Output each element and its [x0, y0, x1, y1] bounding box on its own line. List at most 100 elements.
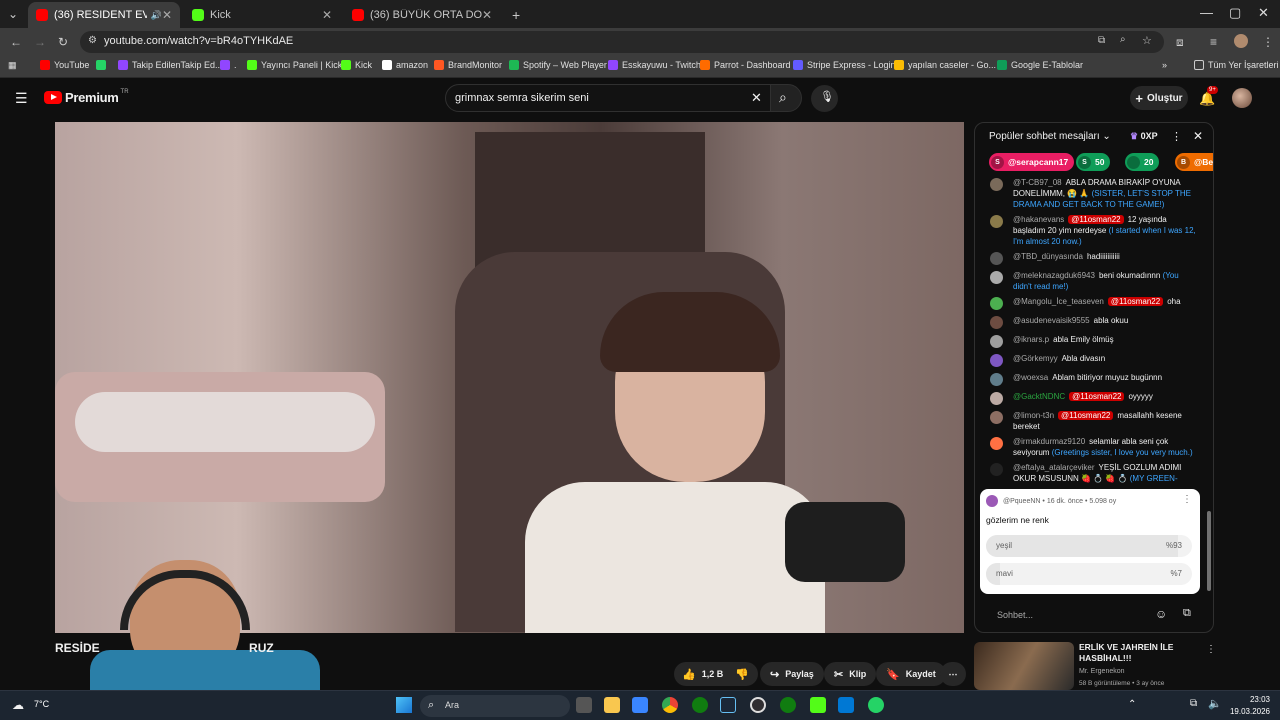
- steam-icon[interactable]: [720, 697, 736, 713]
- tab-search-icon[interactable]: ⌄: [8, 7, 18, 21]
- search-input[interactable]: grimnax semra sikerim seni ✕: [445, 84, 771, 112]
- chat-author[interactable]: @limon-t3n: [1013, 411, 1054, 420]
- chat-mention-badge[interactable]: @11osman22: [1068, 215, 1124, 224]
- tray-chevron-icon[interactable]: ⌃: [1128, 699, 1136, 710]
- bookmark-item[interactable]: YouTube: [40, 60, 89, 70]
- bookmark-item[interactable]: Takip EdilenTakip Ed...: [118, 60, 223, 70]
- chat-message[interactable]: @asudenevaisik9555 abla okuu: [975, 313, 1207, 332]
- create-button[interactable]: + Oluştur: [1130, 86, 1188, 110]
- chat-author[interactable]: @woexsa: [1013, 373, 1048, 382]
- poll-option[interactable]: mavi %7: [986, 563, 1192, 585]
- windows-start-icon[interactable]: [396, 697, 412, 713]
- emoji-icon[interactable]: ☺: [1155, 607, 1167, 621]
- close-tab-icon[interactable]: ✕: [482, 8, 492, 22]
- recommended-channel[interactable]: Mr. Ergenekon: [1079, 668, 1125, 675]
- chat-message[interactable]: @TBD_dünyasında hadiiiiiiiiiii: [975, 249, 1207, 268]
- chat-message[interactable]: @Mangolu_İce_teaseven @11osman22 oha: [975, 294, 1207, 313]
- bookmark-star-icon[interactable]: ☆: [1142, 34, 1152, 47]
- chat-message[interactable]: @GacktNDNC @11osman22 oyyyyy: [975, 389, 1207, 408]
- chat-author-avatar[interactable]: [990, 437, 1003, 450]
- chat-author[interactable]: @meleknazagduk6943: [1013, 271, 1095, 280]
- recommended-title[interactable]: ERLİK VE JAHREİN İLE HASBİHAL!!!: [1079, 642, 1199, 664]
- recommended-video[interactable]: ERLİK VE JAHREİN İLE HASBİHAL!!! Mr. Erg…: [974, 642, 1216, 690]
- chat-mention-badge[interactable]: @11osman22: [1058, 411, 1114, 420]
- taskbar-search[interactable]: ⌕ Ara: [420, 695, 570, 717]
- minimize-icon[interactable]: —: [1200, 5, 1213, 20]
- chat-author-avatar[interactable]: [990, 373, 1003, 386]
- speaker-icon[interactable]: 🔊: [151, 10, 162, 21]
- chat-author-avatar[interactable]: [990, 215, 1003, 228]
- file-explorer-icon[interactable]: [604, 697, 620, 713]
- store-icon[interactable]: [632, 697, 648, 713]
- recommended-more-icon[interactable]: ⋮: [1206, 644, 1216, 655]
- more-actions-button[interactable]: ⋯: [940, 662, 966, 686]
- new-tab-button[interactable]: +: [504, 2, 528, 28]
- share-button[interactable]: ↪ Paylaş: [760, 662, 824, 686]
- chat-message[interactable]: @iknars.p abla Emily ölmüş: [975, 332, 1207, 351]
- volume-icon[interactable]: 🔈: [1208, 697, 1222, 710]
- chat-author[interactable]: @TBD_dünyasında: [1013, 252, 1083, 261]
- forward-icon[interactable]: →: [34, 35, 46, 49]
- bookmark-item[interactable]: Esskayuwu - Twitch: [608, 60, 701, 70]
- poll-more-icon[interactable]: ⋮: [1182, 494, 1192, 505]
- close-tab-icon[interactable]: ✕: [322, 8, 332, 22]
- xbox-app-icon[interactable]: [780, 697, 796, 713]
- bookmark-item[interactable]: Kick: [341, 60, 372, 70]
- super-chat-chip[interactable]: 20: [1125, 153, 1160, 171]
- chat-mode-dropdown[interactable]: Popüler sohbet mesajları ⌄: [989, 131, 1111, 142]
- all-bookmarks[interactable]: Tüm Yer İşaretleri: [1194, 60, 1279, 70]
- weather-icon[interactable]: ☁: [12, 698, 24, 712]
- super-chat-chip[interactable]: S @serapcann17: [989, 153, 1075, 171]
- weather-temp[interactable]: 7°C: [34, 699, 49, 709]
- chat-more-icon[interactable]: ⋮: [1171, 130, 1182, 143]
- chat-author[interactable]: @asudenevaisik9555: [1013, 316, 1090, 325]
- extensions-icon[interactable]: ⧈: [1176, 35, 1184, 50]
- like-button[interactable]: 👍 1,2 B: [674, 662, 730, 686]
- chat-author-avatar[interactable]: [990, 297, 1003, 310]
- chat-mention-badge[interactable]: @11osman22: [1107, 297, 1164, 306]
- chat-author-avatar[interactable]: [990, 316, 1003, 329]
- bookmark-item[interactable]: .: [220, 60, 237, 70]
- save-button[interactable]: 🔖 Kaydet: [876, 662, 946, 686]
- chat-close-icon[interactable]: ✕: [1193, 129, 1203, 143]
- chat-message[interactable]: @woexsa Ablam bitiriyor muyuz bugünnn: [975, 370, 1207, 389]
- reload-icon[interactable]: ↻: [58, 35, 68, 49]
- chat-message[interactable]: @eftalya_atalarçeviker YEŞİL GOZLUM ADIMI…: [975, 460, 1207, 486]
- account-avatar[interactable]: [1232, 88, 1252, 108]
- task-view-icon[interactable]: [576, 697, 592, 713]
- youtube-premium-logo[interactable]: Premium TR: [44, 89, 129, 105]
- chat-author[interactable]: @T-CB97_08: [1013, 178, 1062, 187]
- site-info-icon[interactable]: ⚙: [88, 35, 97, 46]
- recommended-thumbnail[interactable]: [974, 642, 1074, 690]
- dislike-button[interactable]: 👎: [726, 662, 758, 686]
- maximize-icon[interactable]: ▢: [1229, 5, 1241, 21]
- whatsapp-icon[interactable]: [868, 697, 884, 713]
- obs-icon[interactable]: [750, 697, 766, 713]
- apps-icon[interactable]: ▦: [8, 60, 17, 71]
- media-icon[interactable]: ≡: [1210, 35, 1217, 49]
- chat-author[interactable]: @GacktNDNC: [1013, 392, 1065, 401]
- scrollbar-thumb[interactable]: [1207, 511, 1211, 591]
- chat-author-avatar[interactable]: [990, 335, 1003, 348]
- chat-author[interactable]: @irmakdurmaz9120: [1013, 437, 1085, 446]
- tab-youtube-2[interactable]: (36) BÜYÜK ORTA DOĞU PROJE ✕: [344, 2, 500, 28]
- taskbar-clock[interactable]: 23:03 19.03.2026: [1230, 694, 1270, 718]
- chat-message[interactable]: @hakanevans @11osman22 12 yaşında başladım…: [975, 212, 1207, 249]
- chat-author-avatar[interactable]: [990, 252, 1003, 265]
- chat-author[interactable]: @Mangolu_İce_teaseven: [1013, 297, 1104, 306]
- notifications-button[interactable]: 🔔 9+: [1199, 86, 1218, 108]
- chat-message[interactable]: @limon-t3n @11osman22 masallahh kesene ber…: [975, 408, 1207, 434]
- close-tab-icon[interactable]: ✕: [162, 8, 172, 22]
- close-window-icon[interactable]: ✕: [1258, 5, 1269, 21]
- chat-author[interactable]: @hakanevans: [1013, 215, 1064, 224]
- chat-author-avatar[interactable]: [990, 178, 1003, 191]
- address-bar[interactable]: ⚙ youtube.com/watch?v=bR4oTYHKdAE ⧉ ⌕ ☆: [80, 31, 1164, 53]
- video-player[interactable]: [55, 122, 964, 633]
- poll-option[interactable]: yeşil %93: [986, 535, 1192, 557]
- xp-badge[interactable]: ♛ 0XP: [1130, 131, 1158, 142]
- chat-message[interactable]: @irmakdurmaz9120 selamlar abla seni çok s…: [975, 434, 1207, 460]
- chat-mention-badge[interactable]: @11osman22: [1069, 392, 1125, 401]
- chat-author-avatar[interactable]: [990, 411, 1003, 424]
- bookmark-item[interactable]: Yayıncı Paneli | Kick: [247, 60, 342, 70]
- search-button[interactable]: ⌕: [770, 84, 802, 112]
